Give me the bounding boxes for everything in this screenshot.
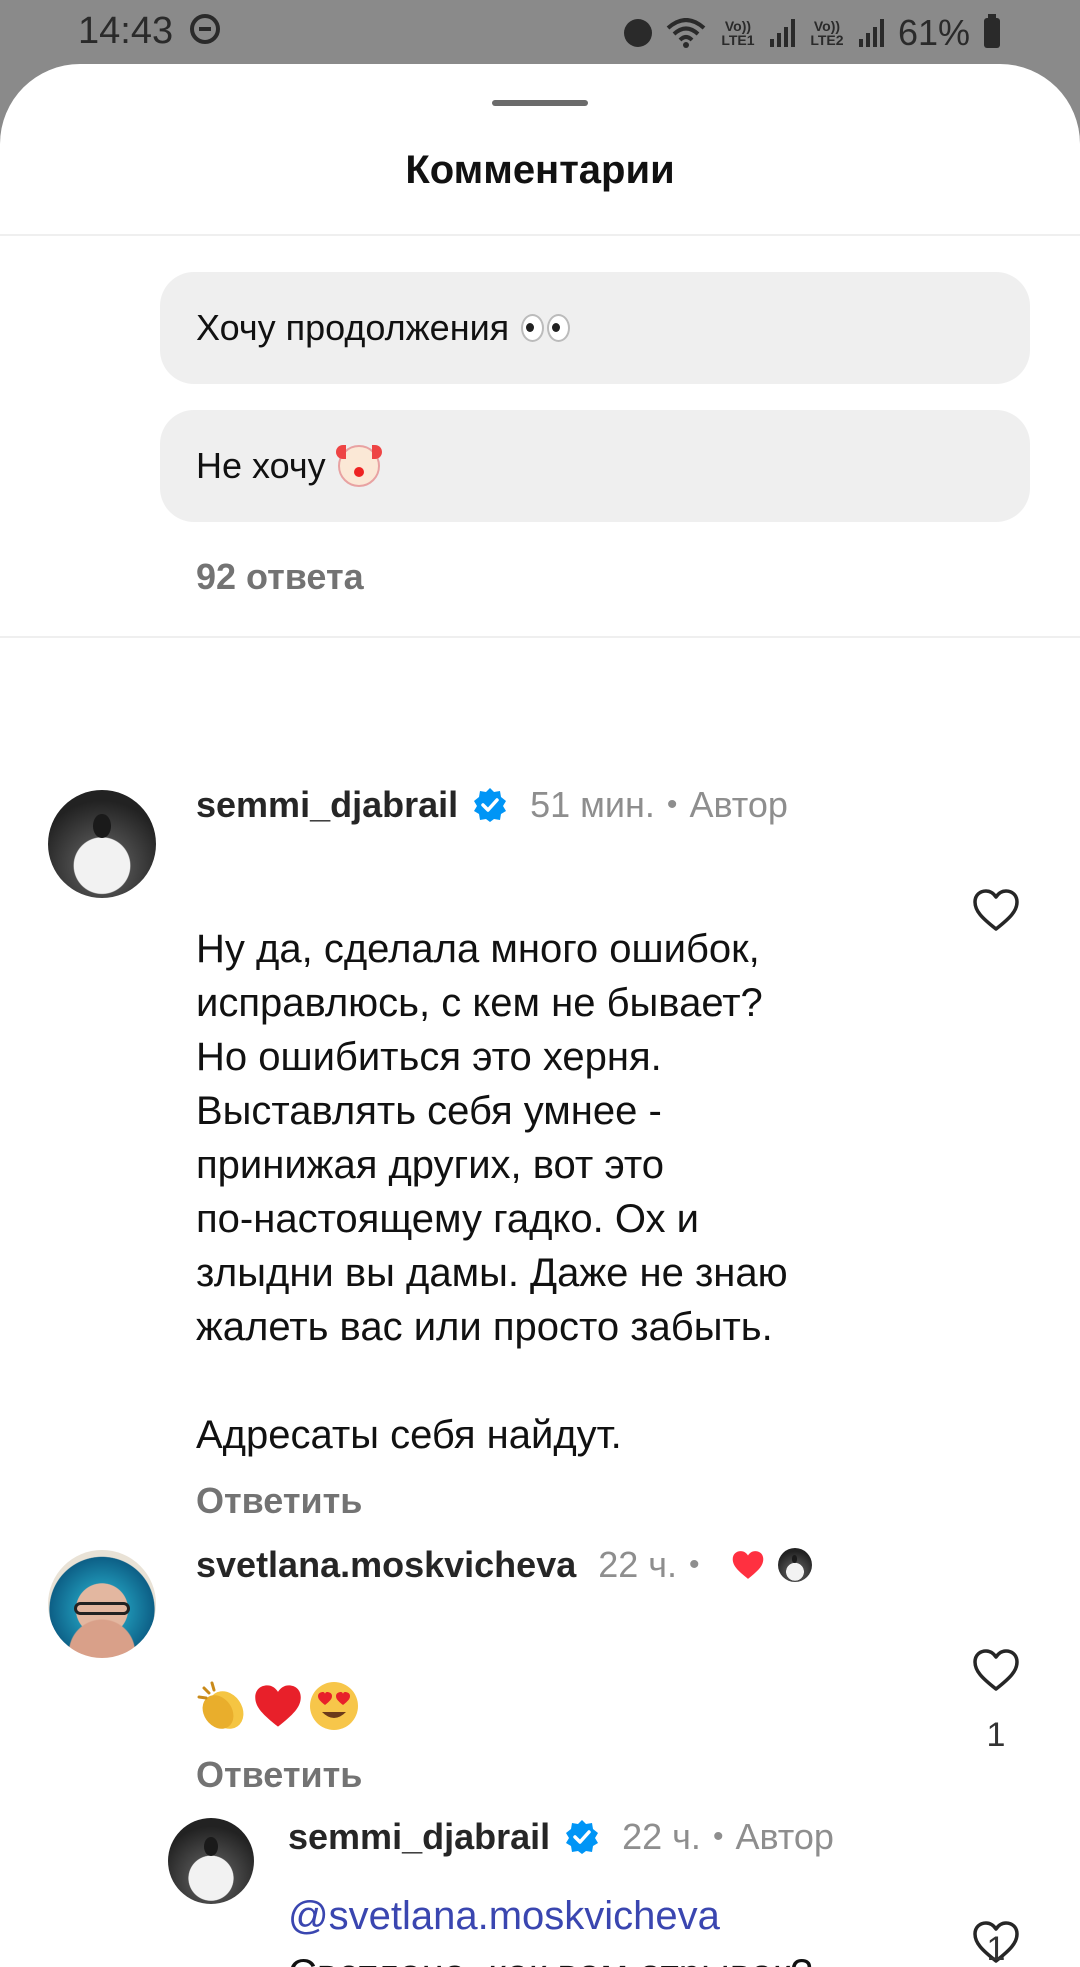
comment-header: semmi_djabrail 22 ч. • Автор bbox=[288, 1816, 834, 1858]
signal-icon bbox=[769, 19, 795, 47]
reply-option-label: Хочу продолжения bbox=[196, 307, 510, 348]
comment-time: 22 ч. bbox=[622, 1816, 701, 1857]
comment-emojis bbox=[196, 1680, 360, 1732]
like-count: 1 bbox=[986, 1930, 1006, 1967]
view-replies-link[interactable]: 92 ответа bbox=[196, 556, 364, 598]
red-heart-emoji-icon bbox=[255, 1685, 301, 1727]
battery-percent: 61% bbox=[897, 12, 970, 53]
reply-button[interactable]: Ответить bbox=[196, 1480, 362, 1522]
verified-badge-icon bbox=[566, 1820, 599, 1854]
separator-dot: • bbox=[712, 1820, 724, 1853]
heart-icon[interactable] bbox=[972, 888, 1020, 932]
mention-link[interactable]: @svetlana.moskvicheva bbox=[288, 1894, 720, 1939]
clapping-hands-emoji-icon bbox=[197, 1681, 244, 1729]
comment-username[interactable]: semmi_djabrail bbox=[288, 1816, 550, 1858]
avatar[interactable] bbox=[48, 790, 156, 898]
separator-dot: • bbox=[689, 1548, 700, 1581]
sheet-title: Комментарии bbox=[405, 148, 675, 192]
wifi-icon bbox=[666, 18, 706, 48]
comment-header: semmi_djabrail 51 мин. • Автор bbox=[196, 784, 788, 826]
comment-text: Светлана, как вам отрывок? bbox=[288, 1952, 813, 1967]
status-icons: Vo)) LTE1 Vo)) LTE2 61% bbox=[623, 12, 1000, 54]
comment-username[interactable]: semmi_djabrail bbox=[196, 784, 458, 826]
author-badge: Автор bbox=[689, 784, 788, 825]
comments-sheet: Комментарии Хочу продолжения Не хочу 92 … bbox=[0, 64, 1080, 1967]
comment-username[interactable]: svetlana.moskvicheva bbox=[196, 1544, 576, 1586]
lte2-label: Vo)) LTE2 bbox=[810, 18, 844, 48]
do-not-disturb-icon bbox=[190, 14, 220, 44]
reply-option-label: Не хочу bbox=[196, 445, 326, 486]
verified-badge-icon bbox=[474, 788, 507, 822]
header-divider bbox=[0, 234, 1080, 236]
signal-icon bbox=[858, 19, 884, 47]
reply-option-want-more[interactable]: Хочу продолжения bbox=[160, 272, 1030, 384]
clown-emoji-icon bbox=[335, 445, 382, 487]
comment-time: 51 мин. bbox=[530, 784, 655, 825]
separator-dot: • bbox=[666, 788, 678, 821]
comment-time: 22 ч. bbox=[598, 1544, 678, 1585]
author-mini-avatar bbox=[777, 1548, 812, 1582]
comment-text: Ну да, сделала много ошибок, исправлюсь,… bbox=[196, 927, 788, 1457]
reply-option-dont-want[interactable]: Не хочу bbox=[160, 410, 1030, 522]
drag-handle[interactable] bbox=[492, 100, 588, 106]
author-badge: Автор bbox=[735, 1816, 834, 1857]
lte1-label: Vo)) LTE1 bbox=[721, 18, 755, 48]
status-time: 14:43 bbox=[78, 10, 174, 52]
heart-icon[interactable] bbox=[972, 1648, 1020, 1692]
section-divider bbox=[0, 636, 1080, 638]
avatar[interactable] bbox=[168, 1818, 254, 1904]
like-count: 1 bbox=[986, 1716, 1006, 1754]
eyes-emoji-icon bbox=[521, 314, 571, 342]
alarm-icon bbox=[623, 19, 652, 47]
comment-header: svetlana.moskvicheva 22 ч. • bbox=[196, 1544, 812, 1586]
reply-button[interactable]: Ответить bbox=[196, 1754, 362, 1796]
author-liked-heart-icon bbox=[732, 1551, 763, 1579]
heart-eyes-emoji-icon bbox=[310, 1682, 358, 1730]
status-bar: 14:43 Vo)) LTE1 Vo)) LTE2 61% bbox=[0, 0, 1080, 66]
avatar[interactable] bbox=[48, 1550, 156, 1658]
battery-icon bbox=[984, 14, 1000, 48]
